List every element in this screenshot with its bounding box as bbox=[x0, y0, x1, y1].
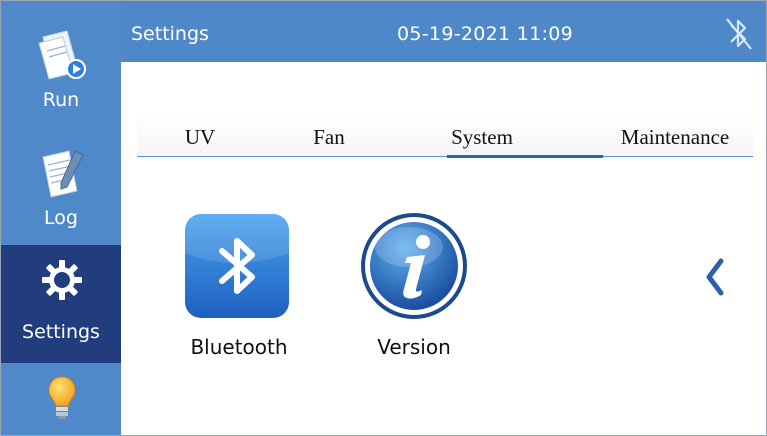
run-book-icon bbox=[38, 30, 86, 80]
tab-system[interactable]: System bbox=[437, 125, 527, 155]
chevron-left-icon bbox=[706, 258, 724, 296]
tab-bar: UV Fan System Maintenance bbox=[137, 111, 753, 161]
version-tile[interactable]: Version bbox=[359, 211, 469, 361]
info-icon bbox=[361, 213, 467, 319]
version-label: Version bbox=[377, 335, 451, 359]
lightbulb-icon bbox=[48, 376, 76, 419]
bluetooth-tile[interactable]: Bluetooth bbox=[184, 213, 292, 363]
bluetooth-label: Bluetooth bbox=[190, 335, 288, 359]
sidebar-item-label: Log bbox=[44, 207, 78, 229]
sidebar-item-label: Settings bbox=[22, 321, 100, 343]
page-title: Settings bbox=[131, 23, 209, 45]
bluetooth-icon bbox=[185, 214, 289, 318]
sidebar-item-log[interactable]: Log bbox=[1, 123, 121, 245]
tab-uv[interactable]: UV bbox=[175, 125, 225, 155]
bluetooth-status[interactable] bbox=[721, 15, 755, 53]
sidebar-item-settings[interactable]: Settings bbox=[1, 245, 121, 363]
header-bar: Settings 05-19-2021 11:09 bbox=[121, 1, 766, 62]
app-window: Run Log Settings Settings 05-19-2021 11:… bbox=[0, 0, 767, 436]
tab-fan[interactable]: Fan bbox=[299, 125, 359, 155]
sidebar-item-run[interactable]: Run bbox=[1, 1, 121, 123]
sidebar-item-light[interactable] bbox=[1, 363, 121, 435]
bluetooth-disabled-icon bbox=[726, 18, 752, 50]
sidebar-item-label: Run bbox=[42, 89, 80, 111]
previous-page-button[interactable] bbox=[699, 253, 729, 301]
tab-maintenance[interactable]: Maintenance bbox=[605, 125, 745, 155]
datetime-display: 05-19-2021 11:09 bbox=[397, 23, 574, 45]
sidebar: Run Log Settings bbox=[1, 1, 121, 435]
tab-divider bbox=[137, 156, 753, 157]
tab-selected-indicator bbox=[447, 155, 603, 158]
gear-icon bbox=[42, 260, 82, 300]
log-notepad-icon bbox=[42, 150, 84, 198]
